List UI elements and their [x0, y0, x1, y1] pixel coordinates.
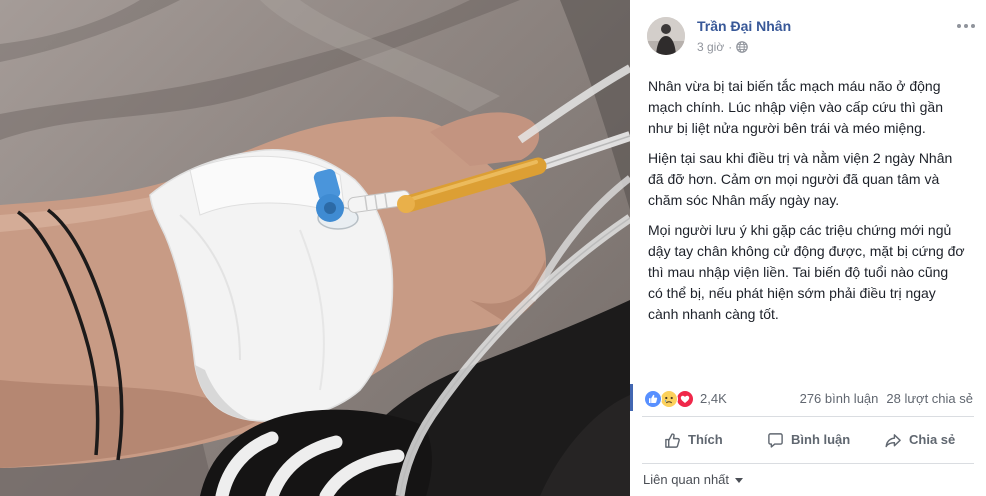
text-line: mạch chính. Lúc nhập viện vào cấp cứu th…: [648, 99, 944, 115]
text-line: như bị liệt nửa người bên trái và méo mi…: [648, 120, 926, 136]
caret-down-icon: [735, 477, 744, 483]
sad-icon: [661, 391, 677, 407]
post-meta: 3 giờ ·: [697, 39, 749, 55]
text-line: có thể bị, nếu phát hiện sớm phải điều t…: [648, 285, 936, 301]
comment-button-label: Bình luận: [791, 432, 851, 447]
post-viewer: Trần Đại Nhân 3 giờ · Nhân vừa bị tai bi…: [0, 0, 986, 496]
comment-count-link[interactable]: 276 bình luận: [800, 390, 879, 408]
reaction-sad: [660, 390, 678, 408]
share-count-link[interactable]: 28 lượt chia sẻ: [886, 390, 973, 408]
like-icon: [645, 391, 661, 407]
meta-separator: ·: [728, 40, 733, 54]
share-icon: [885, 433, 901, 447]
photo-scene: [0, 0, 630, 496]
text-line: Nhân vừa bị tai biến tắc mạch máu não ở …: [648, 78, 941, 94]
post-photo[interactable]: [0, 0, 630, 496]
post-paragraph: Nhân vừa bị tai biến tắc mạch máu não ở …: [648, 76, 965, 139]
post-text: Nhân vừa bị tai biến tắc mạch máu não ở …: [648, 76, 965, 334]
text-line: dậy tay chân không cử động được, mặt bị …: [648, 243, 965, 259]
more-options-icon[interactable]: [954, 19, 978, 33]
dot: [957, 24, 961, 28]
engagement-stats: 276 bình luận 28 lượt chia sẻ: [800, 390, 973, 408]
focus-indicator: [630, 384, 633, 411]
author-avatar[interactable]: [647, 17, 685, 55]
comment-sort-dropdown[interactable]: Liên quan nhất: [643, 472, 744, 488]
comment-sort-label: Liên quan nhất: [643, 472, 730, 487]
love-icon: [677, 391, 693, 407]
comment-button[interactable]: Bình luận: [767, 430, 850, 450]
comment-icon: [768, 432, 783, 448]
avatar-photo: [647, 17, 685, 55]
text-line: cành nhanh càng tốt.: [648, 306, 779, 322]
reaction-love: [676, 390, 694, 408]
text-line: Hiện tại sau khi điều trị và nằm viện 2 …: [648, 150, 953, 166]
dot: [971, 24, 975, 28]
globe-icon[interactable]: [736, 41, 749, 53]
thumbs-up-icon: [665, 432, 680, 448]
divider: [642, 416, 974, 417]
post-panel: Trần Đại Nhân 3 giờ · Nhân vừa bị tai bi…: [630, 0, 986, 496]
text-line: chăm sóc Nhân mấy ngày nay.: [648, 192, 840, 208]
divider: [642, 463, 974, 464]
text-line: thì mau nhập viện liền. Tai biến độ tuổi…: [648, 264, 949, 280]
dot: [964, 24, 968, 28]
post-paragraph: Hiện tại sau khi điều trị và nằm viện 2 …: [648, 148, 965, 211]
like-button-label: Thích: [688, 432, 723, 447]
reaction-like: [644, 390, 662, 408]
text-line: đã đỡ hơn. Cảm ơn mọi người đã quan tâm …: [648, 171, 940, 187]
reaction-summary[interactable]: 2,4K: [644, 390, 727, 408]
reaction-count: 2,4K: [700, 391, 727, 406]
post-timestamp[interactable]: 3 giờ: [697, 39, 724, 55]
author-name-link[interactable]: Trần Đại Nhân: [697, 17, 791, 35]
like-button[interactable]: Thích: [664, 430, 723, 450]
post-paragraph: Mọi người lưu ý khi gặp các triệu chứng …: [648, 220, 965, 325]
share-button[interactable]: Chia sẻ: [884, 430, 955, 450]
text-line: Mọi người lưu ý khi gặp các triệu chứng …: [648, 222, 952, 238]
share-button-label: Chia sẻ: [909, 432, 956, 447]
